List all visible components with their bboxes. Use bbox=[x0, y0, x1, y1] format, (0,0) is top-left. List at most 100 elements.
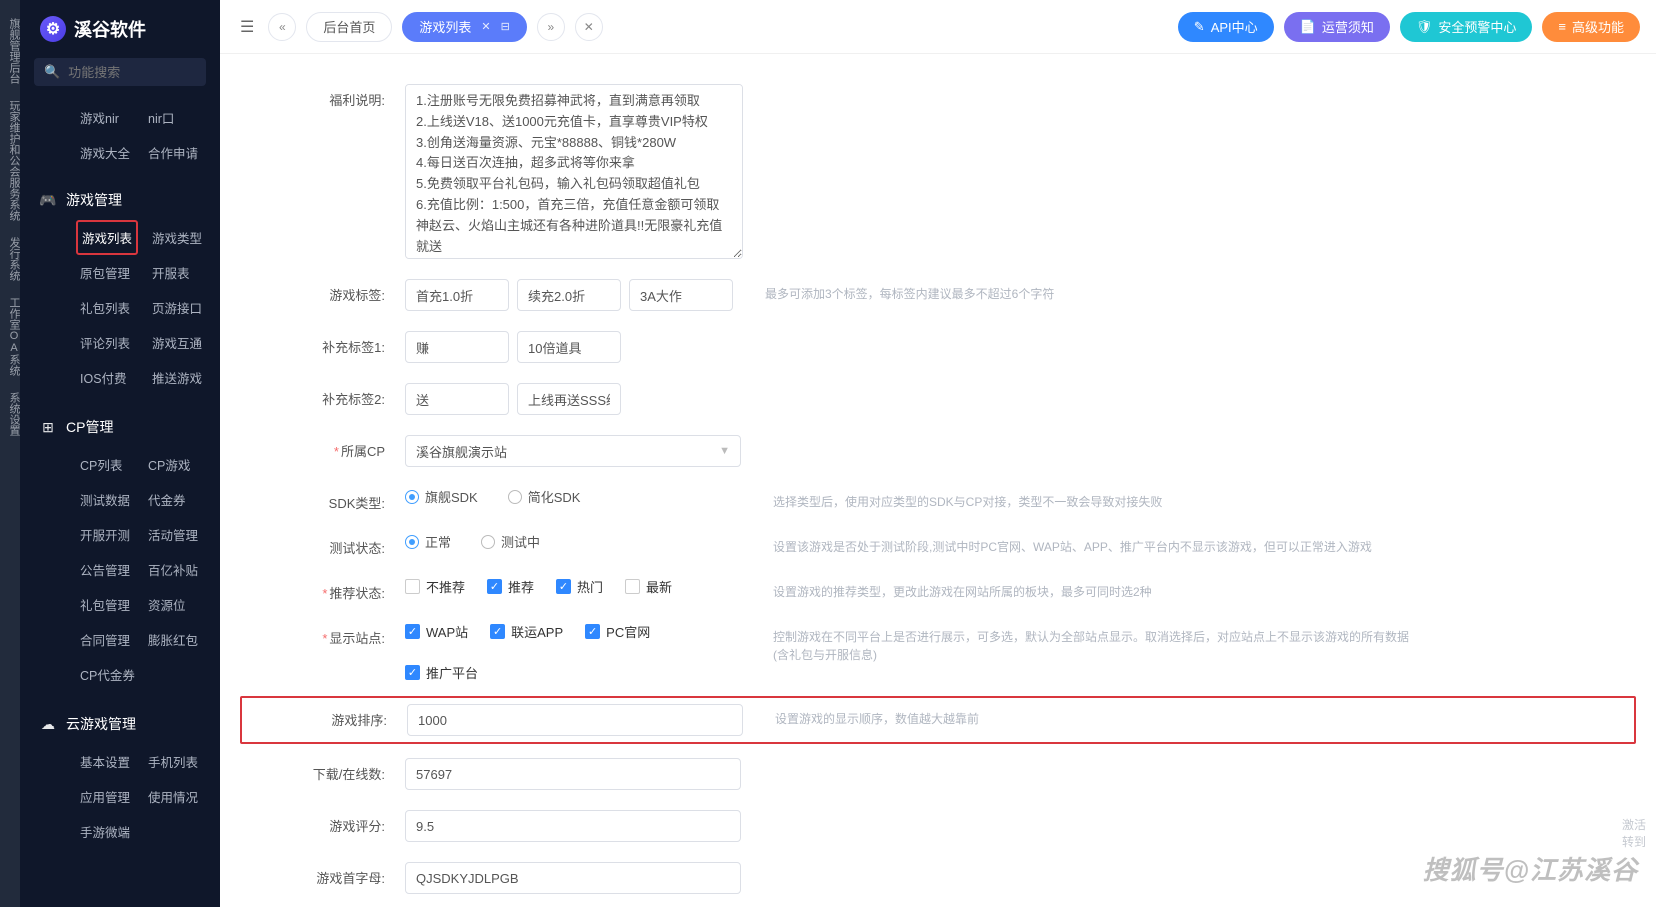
chevron-down-icon: ▼ bbox=[719, 445, 730, 457]
rail-item[interactable]: 系统设置 bbox=[0, 384, 20, 444]
label-rec: *推荐状态: bbox=[240, 577, 385, 602]
label-sort: 游戏排序: bbox=[242, 704, 387, 729]
rail-item[interactable]: 旗舰管理后台 bbox=[0, 10, 20, 92]
nav-item[interactable]: 手机列表 bbox=[144, 744, 202, 779]
checkbox-icon bbox=[625, 579, 640, 594]
nav-item[interactable]: 游戏互通 bbox=[148, 325, 206, 360]
checkbox-option[interactable]: WAP站 bbox=[405, 622, 468, 641]
checkbox-option[interactable]: 热门 bbox=[556, 577, 603, 596]
tab[interactable]: 游戏列表✕⊟ bbox=[402, 12, 526, 42]
extra1-input-1[interactable] bbox=[405, 331, 509, 363]
nav-item[interactable]: 游戏类型 bbox=[148, 220, 206, 255]
nav-item[interactable]: CP代金券 bbox=[76, 657, 202, 692]
nav-item[interactable]: 礼包管理 bbox=[76, 587, 134, 622]
checkbox-option[interactable]: 联运APP bbox=[490, 622, 563, 641]
checkbox-option[interactable]: 推荐 bbox=[487, 577, 534, 596]
help-site: 控制游戏在不同平台上是否进行展示，可多选，默认为全部站点显示。取消选择后，对应站… bbox=[773, 622, 1413, 664]
history-back-icon[interactable]: « bbox=[268, 13, 296, 41]
nav-item[interactable]: 公告管理 bbox=[76, 552, 134, 587]
pin-icon[interactable]: ⊟ bbox=[501, 20, 510, 33]
checkbox-option[interactable]: 不推荐 bbox=[405, 577, 465, 596]
nav-item[interactable]: 合同管理 bbox=[76, 622, 134, 657]
nav-item[interactable]: 测试数据 bbox=[76, 482, 134, 517]
initial-input[interactable] bbox=[405, 862, 741, 894]
extra2-input-2[interactable] bbox=[517, 383, 621, 415]
nav-group-header[interactable]: ☁云游戏管理 bbox=[20, 704, 220, 744]
checkbox-icon bbox=[405, 665, 420, 680]
nav-item[interactable]: 应用管理 bbox=[76, 779, 134, 814]
nav-item[interactable]: 资源位 bbox=[144, 587, 202, 622]
nav-group-header[interactable]: 🎮游戏管理 bbox=[20, 180, 220, 220]
security-center-button[interactable]: 🛡安全预警中心 bbox=[1400, 12, 1533, 42]
nav-item[interactable]: 游戏列表 bbox=[76, 220, 138, 255]
advanced-button[interactable]: ≡高级功能 bbox=[1542, 12, 1640, 42]
rail-item[interactable]: 发行系统 bbox=[0, 229, 20, 289]
radio-icon bbox=[405, 535, 419, 549]
radio-option[interactable]: 旗舰SDK bbox=[405, 487, 478, 506]
checkbox-option[interactable]: 最新 bbox=[625, 577, 672, 596]
checkbox-icon bbox=[405, 624, 420, 639]
rail-item[interactable]: 玩家维护和公会服务系统 bbox=[0, 92, 20, 229]
checkbox-icon bbox=[490, 624, 505, 639]
extra2-input-1[interactable] bbox=[405, 383, 509, 415]
radio-option[interactable]: 简化SDK bbox=[508, 487, 581, 506]
tag-input-2[interactable] bbox=[517, 279, 621, 311]
nav-item[interactable]: IOS付费 bbox=[76, 360, 138, 395]
tag-input-1[interactable] bbox=[405, 279, 509, 311]
score-input[interactable] bbox=[405, 810, 741, 842]
sort-row-highlight: 游戏排序: 设置游戏的显示顺序，数值越大越靠前 bbox=[240, 696, 1636, 744]
nav-item[interactable]: 基本设置 bbox=[76, 744, 134, 779]
nav-item[interactable]: 评论列表 bbox=[76, 325, 138, 360]
label-cp: *所属CP bbox=[240, 435, 385, 460]
sidebar-search[interactable]: 🔍 ✕ bbox=[34, 58, 206, 86]
radio-option[interactable]: 正常 bbox=[405, 532, 451, 551]
nav-item[interactable]: 开服表 bbox=[148, 255, 206, 290]
checkbox-option[interactable]: 推广平台 bbox=[405, 663, 478, 682]
cp-select[interactable]: 溪谷旗舰演示站▼ bbox=[405, 435, 741, 467]
checkbox-option[interactable]: PC官网 bbox=[585, 622, 650, 641]
pill-icon: ≡ bbox=[1558, 19, 1566, 34]
pill-icon: 📄 bbox=[1300, 19, 1316, 35]
extra1-input-2[interactable] bbox=[517, 331, 621, 363]
nav-item[interactable]: 百亿补贴 bbox=[144, 552, 202, 587]
nav-item[interactable]: 代金券 bbox=[144, 482, 202, 517]
nav-item[interactable]: 推送游戏 bbox=[148, 360, 206, 395]
label-sdk: SDK类型: bbox=[240, 487, 385, 512]
tab[interactable]: 后台首页 bbox=[306, 12, 392, 42]
nav-item[interactable]: 膨胀红包 bbox=[144, 622, 202, 657]
close-tab-icon[interactable]: ✕ bbox=[575, 13, 603, 41]
nav-item[interactable]: CP列表 bbox=[76, 447, 134, 482]
menu-toggle-icon[interactable]: ☰ bbox=[236, 13, 258, 41]
radio-option[interactable]: 测试中 bbox=[481, 532, 540, 551]
close-icon[interactable]: ✕ bbox=[481, 20, 490, 33]
nav-stub[interactable]: 合作申请 bbox=[144, 135, 202, 170]
topbar: ☰ « 后台首页游戏列表✕⊟ » ✕ ✎API中心📄运营须知🛡安全预警中心≡高级… bbox=[220, 0, 1656, 54]
nav-item[interactable]: 开服开测 bbox=[76, 517, 134, 552]
checkbox-icon bbox=[405, 579, 420, 594]
nav-item[interactable]: 手游微端 bbox=[76, 814, 202, 849]
nav-item[interactable]: 页游接口 bbox=[148, 290, 206, 325]
nav-item[interactable]: 使用情况 bbox=[144, 779, 202, 814]
ops-notice-button[interactable]: 📄运营须知 bbox=[1284, 12, 1390, 42]
history-fwd-icon[interactable]: » bbox=[537, 13, 565, 41]
nav-item[interactable]: 礼包列表 bbox=[76, 290, 138, 325]
group-icon: 🎮 bbox=[40, 192, 56, 208]
main: ☰ « 后台首页游戏列表✕⊟ » ✕ ✎API中心📄运营须知🛡安全预警中心≡高级… bbox=[220, 0, 1656, 907]
rail-item[interactable]: 工作室OA系统 bbox=[0, 289, 20, 384]
radio-icon bbox=[481, 535, 495, 549]
benefit-textarea[interactable]: 1.注册账号无限免费招募神武将，直到满意再领取 2.上线送V18、送1000元充… bbox=[405, 84, 743, 259]
nav-item[interactable]: CP游戏 bbox=[144, 447, 202, 482]
search-input[interactable] bbox=[68, 65, 220, 80]
nav-item[interactable]: 原包管理 bbox=[76, 255, 138, 290]
nav-stub[interactable]: 游戏大全 bbox=[76, 135, 134, 170]
nav-item[interactable]: 活动管理 bbox=[144, 517, 202, 552]
label-site: *显示站点: bbox=[240, 622, 385, 647]
nav-stub[interactable]: 游戏nir bbox=[76, 100, 134, 135]
download-input[interactable] bbox=[405, 758, 741, 790]
tag-input-3[interactable] bbox=[629, 279, 733, 311]
api-center-button[interactable]: ✎API中心 bbox=[1178, 12, 1274, 42]
nav-stub[interactable]: nir口 bbox=[144, 100, 202, 135]
sort-input[interactable] bbox=[407, 704, 743, 736]
label-initial: 游戏首字母: bbox=[240, 862, 385, 887]
nav-group-header[interactable]: ⊞CP管理 bbox=[20, 407, 220, 447]
